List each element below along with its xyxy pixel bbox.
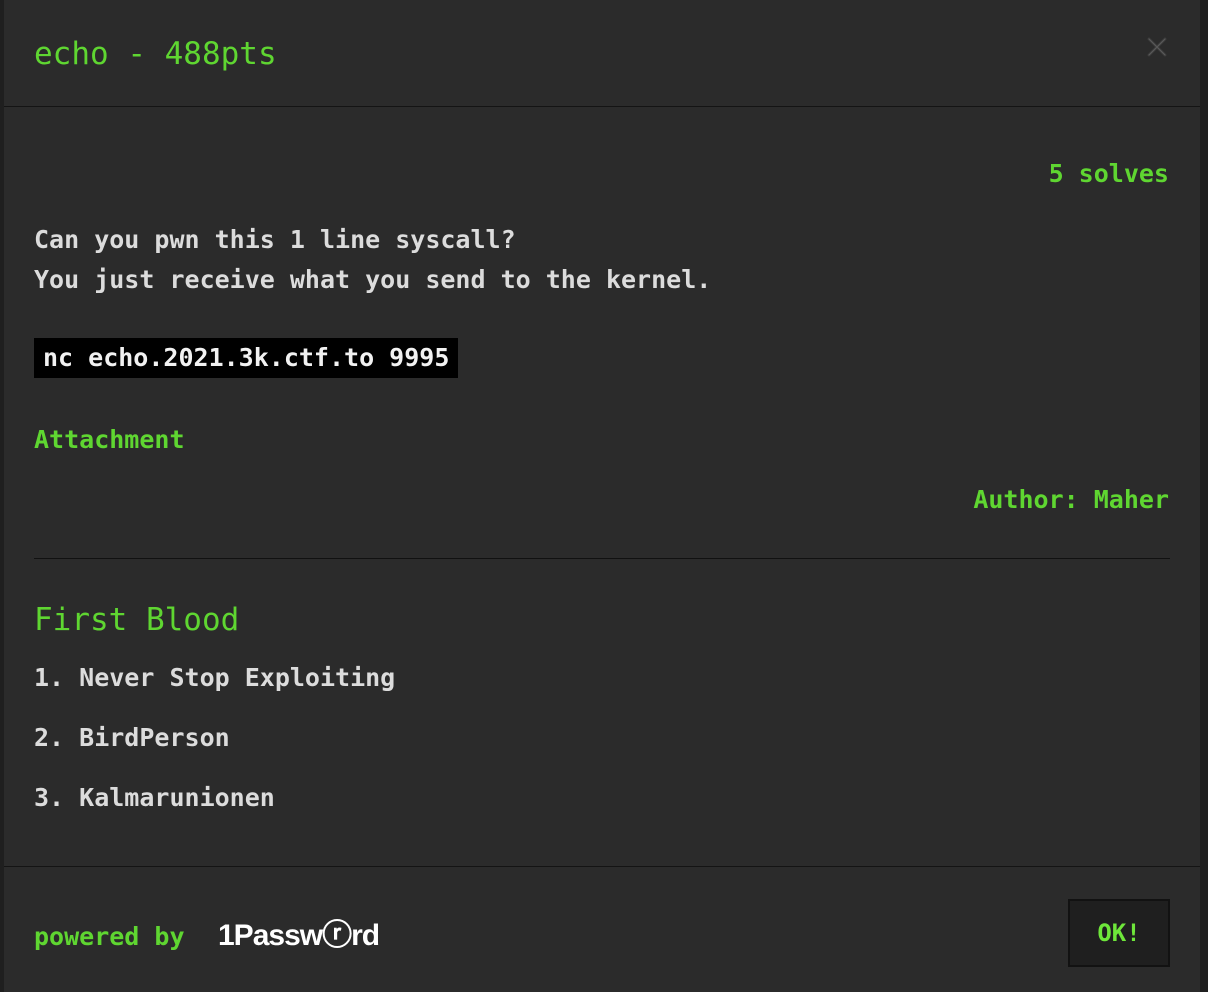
challenge-title: echo - 488pts: [34, 36, 277, 72]
first-blood-heading: First Blood: [34, 602, 240, 638]
first-blood-entry: 2. BirdPerson: [34, 723, 230, 752]
description-line: You just receive what you send to the ke…: [34, 265, 712, 294]
modal-body: 5 solves Can you pwn this 1 line syscall…: [4, 108, 1200, 866]
1password-logo: 1Passwⓡrd: [218, 919, 380, 952]
close-icon: [1147, 37, 1167, 57]
powered-by-label: powered by: [34, 922, 185, 951]
first-blood-entry: 3. Kalmarunionen: [34, 783, 275, 812]
solves-count: 5 solves: [1048, 159, 1169, 188]
close-button[interactable]: [1144, 34, 1170, 60]
connection-command: nc echo.2021.3k.ctf.to 9995: [34, 338, 459, 378]
section-divider: [34, 558, 1170, 559]
challenge-modal: echo - 488pts 5 solves Can you pwn this …: [4, 0, 1200, 992]
modal-footer: powered by 1Passwⓡrd OK!: [4, 866, 1200, 992]
modal-header: echo - 488pts: [4, 0, 1200, 107]
ok-button[interactable]: OK!: [1068, 899, 1170, 967]
description-line: Can you pwn this 1 line syscall?: [34, 225, 516, 254]
author-credit: Author: Maher: [973, 485, 1169, 514]
first-blood-entry: 1. Never Stop Exploiting: [34, 663, 396, 692]
attachment-link[interactable]: Attachment: [34, 422, 185, 458]
